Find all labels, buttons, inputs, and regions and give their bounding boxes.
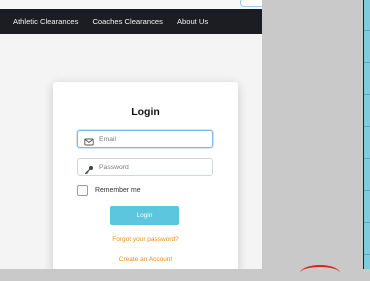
key-icon — [84, 162, 94, 175]
login-title: Login — [131, 106, 160, 118]
right-side-panel — [363, 0, 370, 269]
login-card: Login Email Password Remember me Login F… — [53, 82, 238, 269]
remember-me-checkbox[interactable] — [77, 185, 88, 196]
remember-me-label[interactable]: Remember me — [95, 187, 141, 194]
nav-link-athletic-clearances[interactable]: Athletic Clearances — [13, 17, 78, 26]
nav-link-about-us[interactable]: About Us — [177, 17, 208, 26]
email-field[interactable]: Email — [77, 130, 213, 148]
red-arc-shape — [300, 265, 340, 281]
email-placeholder: Email — [99, 135, 116, 143]
browser-page: Athletic Clearances Coaches Clearances A… — [0, 0, 262, 269]
create-account-link[interactable]: Create an Account — [53, 256, 238, 263]
envelope-icon — [84, 134, 94, 146]
top-strip — [0, 0, 262, 9]
navbar: Athletic Clearances Coaches Clearances A… — [0, 9, 262, 34]
password-field[interactable]: Password — [77, 158, 213, 176]
nav-link-coaches-clearances[interactable]: Coaches Clearances — [92, 17, 163, 26]
login-button[interactable]: Login — [110, 206, 179, 225]
top-pill-button[interactable] — [240, 0, 262, 7]
remember-me-row: Remember me — [77, 185, 141, 196]
password-placeholder: Password — [99, 163, 129, 171]
forgot-password-link[interactable]: Forgot your password? — [53, 236, 238, 243]
